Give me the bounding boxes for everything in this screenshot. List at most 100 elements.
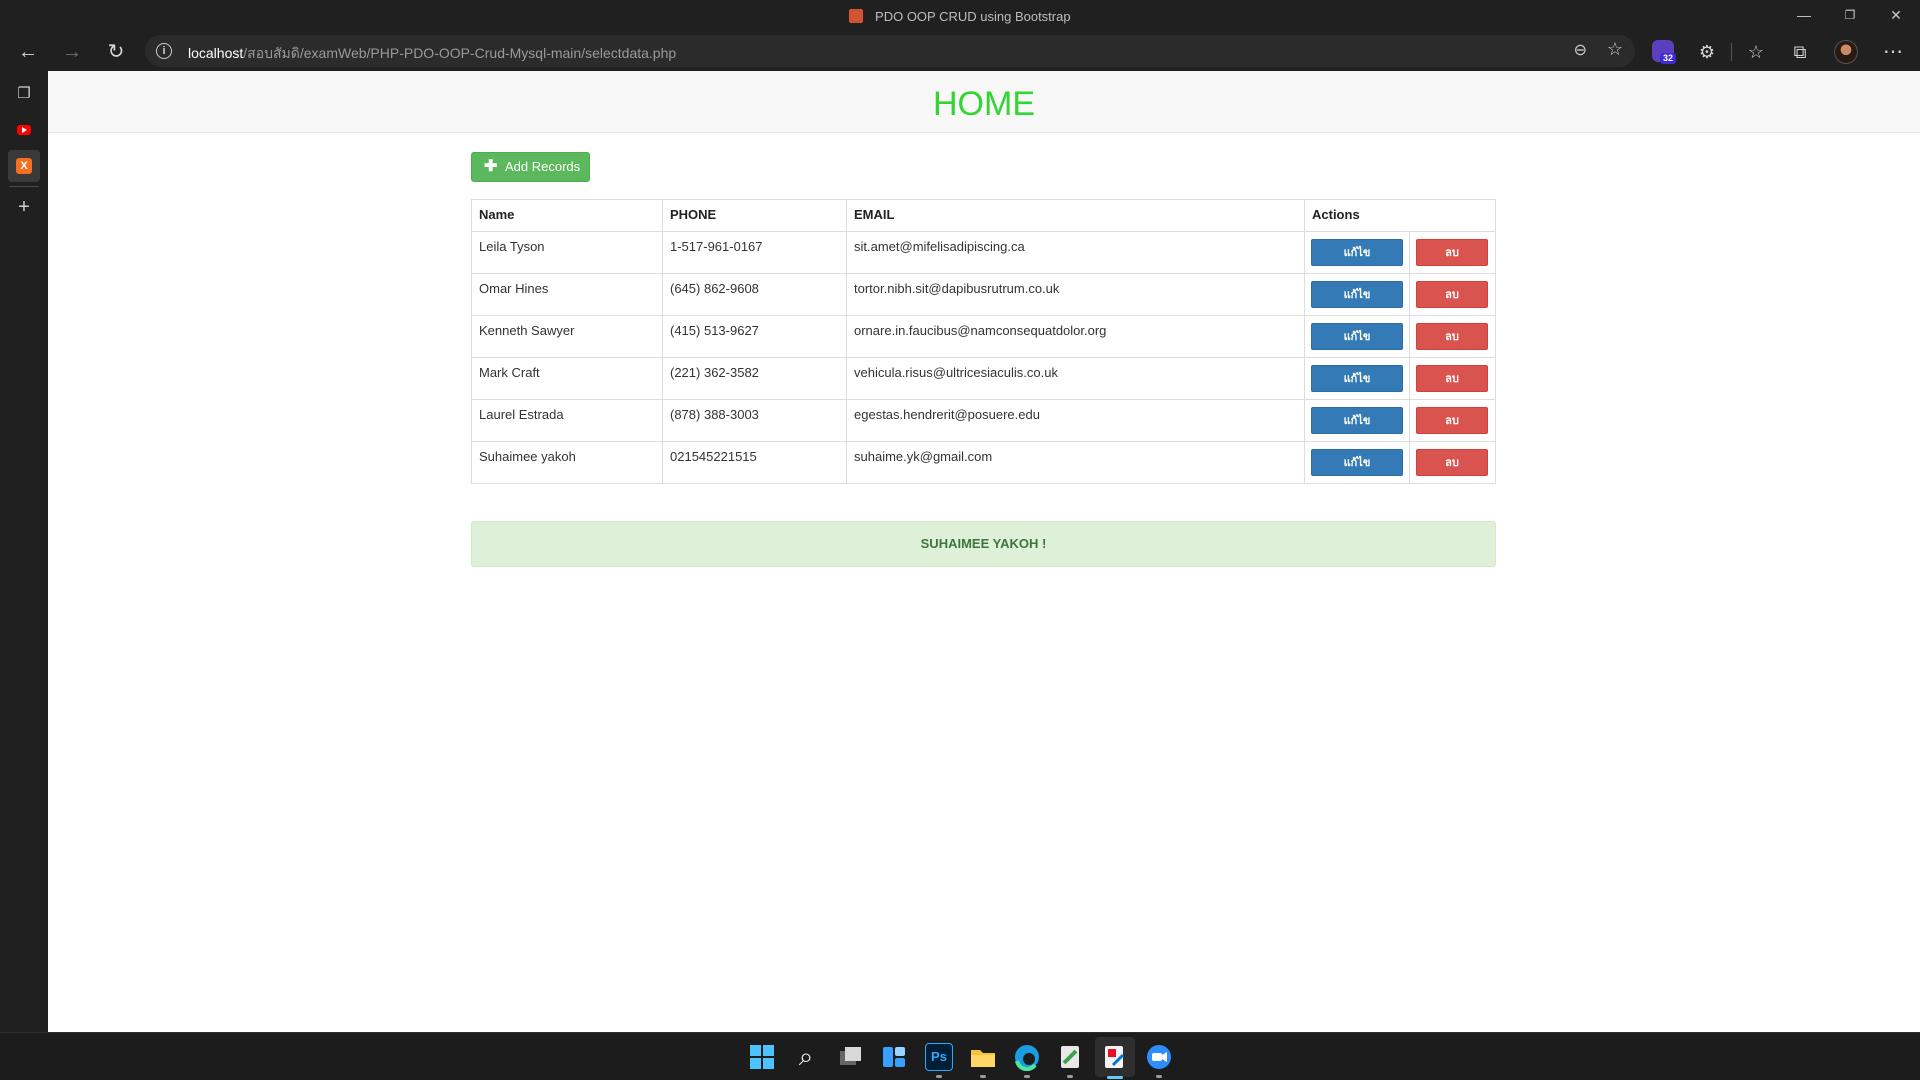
header-phone: PHONE: [662, 199, 847, 232]
search-icon[interactable]: ⌕: [792, 1043, 820, 1071]
cell-name: Suhaimee yakoh: [471, 441, 663, 484]
photoshop-icon[interactable]: Ps: [925, 1043, 953, 1071]
delete-button[interactable]: ลบ: [1416, 449, 1488, 476]
cell-edit: แก้ไข: [1304, 441, 1410, 484]
explorer-running-dot: [980, 1075, 986, 1078]
browser-toolbar: ← → ↻ i localhost/สอบสัมดิ/examWeb/PHP-P…: [0, 33, 1920, 71]
delete-button[interactable]: ลบ: [1416, 239, 1488, 266]
zoom-running-dot: [1156, 1075, 1162, 1078]
cell-email: sit.amet@mifelisadipiscing.ca: [846, 231, 1305, 274]
cell-phone: 1-517-961-0167: [662, 231, 847, 274]
task-view-icon[interactable]: [836, 1043, 864, 1071]
edit-button[interactable]: แก้ไข: [1311, 239, 1403, 266]
photoshop-running-dot: [936, 1075, 942, 1078]
start-button[interactable]: [748, 1043, 776, 1071]
page-header: HOME: [48, 71, 1920, 133]
cell-email: egestas.hendrerit@posuere.edu: [846, 399, 1305, 442]
edit-button[interactable]: แก้ไข: [1311, 365, 1403, 392]
extension-badge: 32: [1660, 53, 1677, 64]
edge-running-dot: [1024, 1075, 1030, 1078]
tab-youtube[interactable]: [8, 114, 40, 146]
cell-phone: (415) 513-9627: [662, 315, 847, 358]
cell-phone: (221) 362-3582: [662, 357, 847, 400]
window-title-bar: PDO OOP CRUD using Bootstrap — ❐ ✕: [0, 0, 1920, 33]
widgets-icon[interactable]: [880, 1043, 908, 1071]
edit-button[interactable]: แก้ไข: [1311, 407, 1403, 434]
settings-menu-icon[interactable]: ⋯: [1877, 36, 1909, 68]
cell-edit: แก้ไข: [1304, 399, 1410, 442]
table-row: Laurel Estrada (878) 388-3003 egestas.hend…: [471, 399, 1496, 442]
cell-phone: (645) 862-9608: [662, 273, 847, 316]
zoom-app-icon[interactable]: [1145, 1043, 1173, 1071]
edge-browser-icon[interactable]: [1013, 1043, 1041, 1072]
page-title: HOME: [933, 85, 1035, 123]
tab-actions-icon[interactable]: ❐: [8, 78, 40, 110]
cell-email: vehicula.risus@ultricesiaculis.co.uk: [846, 357, 1305, 400]
minimize-button[interactable]: —: [1781, 0, 1827, 33]
notepad-running-dot: [1067, 1075, 1073, 1078]
forward-button[interactable]: →: [56, 36, 88, 68]
xampp-favicon-icon: [849, 9, 864, 23]
cell-phone: 021545221515: [662, 441, 847, 484]
add-favorite-icon[interactable]: ☆: [1607, 39, 1623, 60]
file-explorer-icon[interactable]: [969, 1043, 997, 1071]
cell-name: Leila Tyson: [471, 231, 663, 274]
favorites-icon[interactable]: ☆: [1740, 36, 1772, 68]
restore-button[interactable]: ❐: [1827, 0, 1873, 33]
delete-button[interactable]: ลบ: [1416, 281, 1488, 308]
page-viewport: HOME ✚ Add Records Name PHONE EMAIL Acti…: [48, 71, 1920, 1032]
collections-icon[interactable]: ⧉: [1784, 36, 1816, 68]
window-title: PDO OOP CRUD using Bootstrap: [0, 9, 1920, 24]
url-text[interactable]: localhost/สอบสัมดิ/examWeb/PHP-PDO-OOP-C…: [188, 43, 676, 65]
url-path: /สอบสัมดิ/examWeb/PHP-PDO-OOP-Crud-Mysql…: [243, 45, 677, 61]
extensions-puzzle-icon[interactable]: ⚙: [1691, 36, 1723, 68]
new-tab-button[interactable]: +: [8, 191, 40, 223]
cell-email: ornare.in.faucibus@namconsequatdolor.org: [846, 315, 1305, 358]
plus-icon: ✚: [484, 158, 498, 175]
cell-email: tortor.nibh.sit@dapibusrutrum.co.uk: [846, 273, 1305, 316]
site-info-icon[interactable]: i: [156, 43, 172, 59]
header-email: EMAIL: [846, 199, 1305, 232]
toolbar-divider: [1731, 43, 1732, 61]
reload-button[interactable]: ↻: [100, 36, 132, 68]
cell-name: Laurel Estrada: [471, 399, 663, 442]
header-actions: Actions: [1304, 199, 1496, 232]
table-row: Suhaimee yakoh 021545221515 suhaime.yk@gma…: [471, 441, 1496, 484]
back-button[interactable]: ←: [12, 36, 44, 68]
cell-delete: ลบ: [1409, 315, 1496, 358]
zoom-out-icon[interactable]: ⊖: [1574, 40, 1587, 60]
header-name: Name: [471, 199, 663, 232]
cell-phone: (878) 388-3003: [662, 399, 847, 442]
address-bar[interactable]: i localhost/สอบสัมดิ/examWeb/PHP-PDO-OOP…: [145, 35, 1635, 67]
xampp-icon: X: [16, 158, 32, 175]
tab-crud-active[interactable]: X: [8, 150, 40, 182]
table-row: Leila Tyson 1-517-961-0167 sit.amet@mifeli…: [471, 231, 1496, 274]
edit-button[interactable]: แก้ไข: [1311, 323, 1403, 350]
cell-delete: ลบ: [1409, 441, 1496, 484]
table-row: Omar Hines (645) 862-9608 tortor.nibh.sit@…: [471, 273, 1496, 316]
delete-button[interactable]: ลบ: [1416, 323, 1488, 350]
edit-button[interactable]: แก้ไข: [1311, 449, 1403, 476]
profile-avatar[interactable]: [1834, 40, 1858, 64]
youtube-icon: [17, 125, 31, 136]
notepad-app-icon[interactable]: [1056, 1043, 1084, 1071]
window-title-text: PDO OOP CRUD using Bootstrap: [875, 9, 1071, 24]
snipping-tool-icon[interactable]: [1101, 1043, 1129, 1071]
url-host: localhost: [188, 45, 244, 61]
table-row: Kenneth Sawyer (415) 513-9627 ornare.in.fa…: [471, 315, 1496, 358]
add-records-button[interactable]: ✚ Add Records: [471, 152, 590, 182]
cell-edit: แก้ไข: [1304, 231, 1410, 274]
cell-delete: ลบ: [1409, 399, 1496, 442]
cell-email: suhaime.yk@gmail.com: [846, 441, 1305, 484]
active-app-indicator: [1107, 1076, 1123, 1079]
delete-button[interactable]: ลบ: [1416, 407, 1488, 434]
sidebar-divider: [9, 186, 39, 187]
table-header-row: Name PHONE EMAIL Actions: [471, 199, 1496, 232]
delete-button[interactable]: ลบ: [1416, 365, 1488, 392]
edit-button[interactable]: แก้ไข: [1311, 281, 1403, 308]
success-alert: SUHAIMEE YAKOH !: [471, 521, 1496, 567]
records-table: Name PHONE EMAIL Actions Leila Tyson 1-51…: [471, 199, 1496, 484]
add-records-label: Add Records: [505, 159, 581, 174]
cell-name: Kenneth Sawyer: [471, 315, 663, 358]
close-window-button[interactable]: ✕: [1873, 0, 1919, 33]
